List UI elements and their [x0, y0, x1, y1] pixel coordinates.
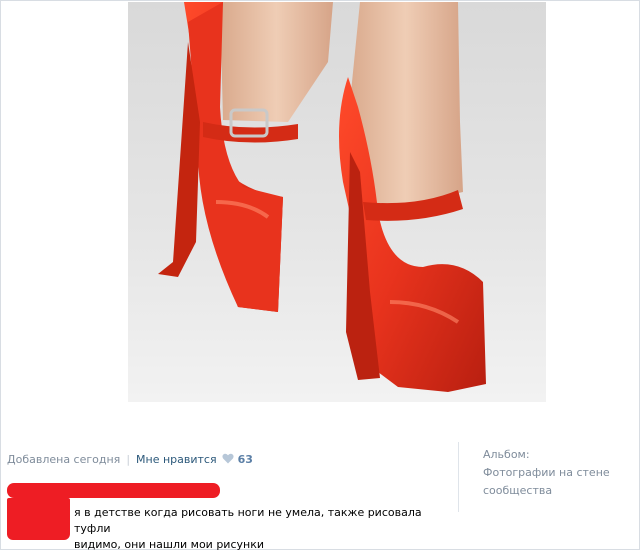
heart-icon[interactable]	[222, 453, 234, 464]
comment-text: я в детстве когда рисовать ноги не умела…	[74, 505, 454, 553]
comment-line: я в детстве когда рисовать ноги не умела…	[74, 506, 422, 519]
like-count[interactable]: 63	[238, 453, 253, 466]
separator: |	[126, 453, 131, 466]
added-date: Добавлена сегодня	[7, 453, 121, 466]
post-meta: Добавлена сегодня | Мне нравится 63	[7, 453, 253, 466]
comment-line: видимо, они нашли мои рисунки	[74, 538, 264, 551]
comment-line: туфли	[74, 522, 111, 535]
album-label: Альбом:	[483, 448, 530, 461]
album-link-cont[interactable]: сообщества	[483, 482, 633, 500]
red-shoes-image	[128, 2, 546, 402]
like-button[interactable]: Мне нравится	[136, 453, 217, 466]
divider	[458, 442, 459, 512]
post-photo[interactable]	[128, 2, 546, 402]
album-info: Альбом: Фотографии на стене сообщества	[483, 446, 633, 500]
album-link[interactable]: Фотографии на стене	[483, 464, 633, 482]
redaction-bar	[7, 483, 220, 498]
redaction-avatar	[7, 498, 70, 540]
